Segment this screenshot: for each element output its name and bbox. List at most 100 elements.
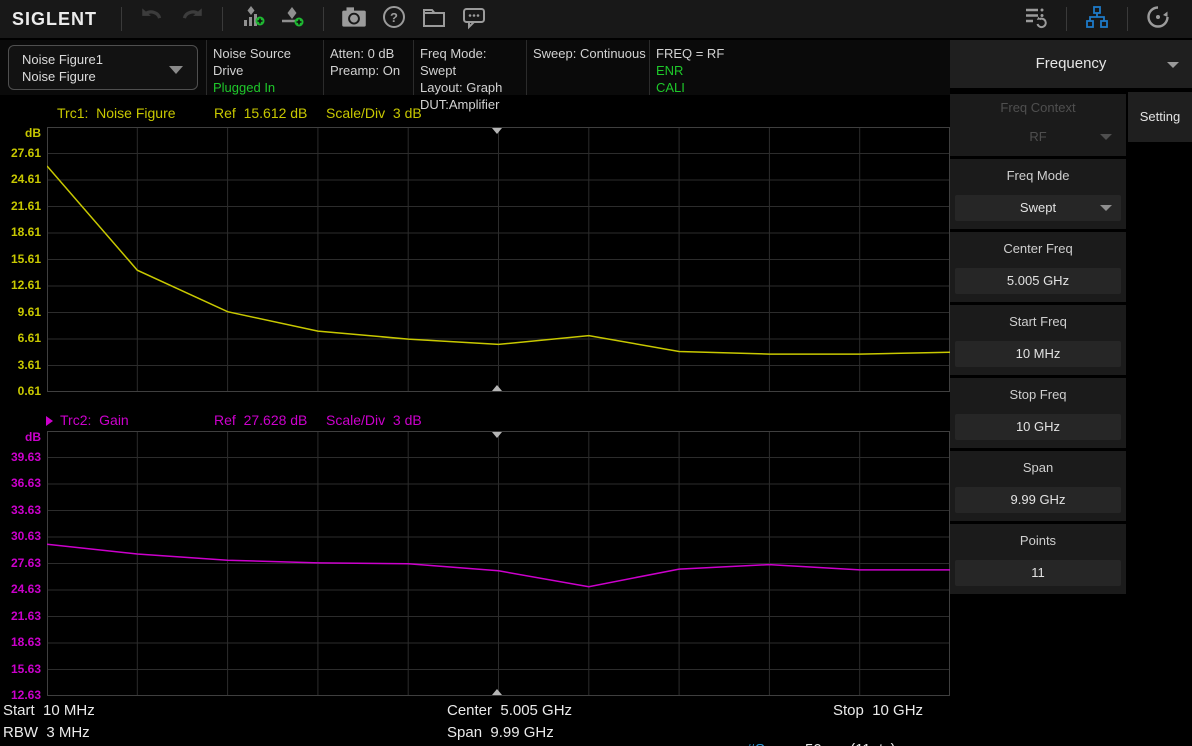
status-line: Freq Mode: Swept [420, 45, 526, 79]
help-icon: ? [380, 3, 408, 36]
add-trace-icon [239, 3, 267, 36]
network-button[interactable] [1077, 3, 1117, 35]
camera-icon [339, 2, 369, 37]
y-axis-tick-label: 0.61 [18, 384, 41, 398]
trace2-ref-level: Ref 27.628 dB [214, 412, 307, 428]
undo-icon [139, 4, 165, 35]
y-axis-tick-label: 24.61 [11, 172, 41, 186]
trace2-scale: Scale/Div 3 dB [326, 412, 422, 428]
menu-item-freq-context: Freq Context RF [950, 94, 1126, 156]
y-axis-tick-label: 33.63 [11, 503, 41, 517]
top-toolbar: SIGLENT [0, 0, 1192, 38]
setting-tab-label: Setting [1140, 109, 1180, 124]
y-axis-tick-label: 21.61 [11, 199, 41, 213]
svg-text:?: ? [390, 10, 398, 25]
span-readout: Span 9.99 GHz [447, 724, 554, 741]
network-icon [1084, 4, 1110, 35]
status-line: Preamp: On [330, 62, 413, 79]
menu-item-value: Swept [1020, 200, 1056, 215]
y-axis-tick-label: 15.61 [11, 252, 41, 266]
menu-item-label: Stop Freq [950, 387, 1126, 402]
side-menu-panel: Frequency Freq Context RF Freq Mode Swep… [950, 40, 1192, 746]
toolbar-divider [323, 7, 324, 31]
points-field[interactable]: 11 [955, 560, 1121, 586]
start-freq-readout: Start 10 MHz [3, 702, 95, 719]
center-freq-marker-top-icon [492, 432, 502, 438]
status-line: CALI [656, 79, 761, 96]
status-noise-source: Noise Source Drive Plugged In [206, 40, 323, 95]
menu-item-points[interactable]: Points 11 [950, 524, 1126, 594]
menu-item-value: 10 GHz [1016, 419, 1060, 434]
redo-button[interactable] [172, 3, 212, 35]
menu-item-label: Freq Context [950, 100, 1126, 115]
siglent-logo: SIGLENT [12, 9, 97, 30]
menu-item-label: Start Freq [950, 314, 1126, 329]
chevron-down-icon [169, 66, 183, 74]
menu-header-label: Frequency [1036, 55, 1107, 72]
menu-column: Freq Context RF Freq Mode Swept Center F… [950, 94, 1126, 597]
y-axis-tick-label: 3.61 [18, 358, 41, 372]
menu-item-span[interactable]: Span 9.99 GHz [950, 451, 1126, 521]
status-line: Sweep: Continuous [533, 45, 649, 62]
menu-item-start-freq[interactable]: Start Freq 10 MHz [950, 305, 1126, 375]
redo-icon [179, 4, 205, 35]
history-button[interactable] [1138, 3, 1178, 35]
feedback-button[interactable] [454, 3, 494, 35]
trace1-ref-level: Ref 15.612 dB [214, 105, 307, 121]
y-axis-tick-label: 12.63 [11, 688, 41, 702]
folder-icon [420, 3, 448, 36]
rbw-readout: RBW 3 MHz [3, 724, 90, 741]
status-atten-preamp: Atten: 0 dB Preamp: On [323, 40, 413, 95]
toolbar-divider [121, 7, 122, 31]
tab-setting[interactable]: Setting [1128, 92, 1192, 142]
chevron-down-icon [1167, 62, 1179, 68]
status-line: Layout: Graph [420, 79, 526, 96]
screenshot-button[interactable] [334, 3, 374, 35]
menu-item-label: Freq Mode [950, 168, 1126, 183]
add-marker-button[interactable] [273, 3, 313, 35]
y-axis-tick-label: 27.61 [11, 146, 41, 160]
add-marker-icon [279, 3, 307, 36]
stop-freq-field[interactable]: 10 GHz [955, 414, 1121, 440]
span-field[interactable]: 9.99 GHz [955, 487, 1121, 513]
measurement-select[interactable]: Noise Figure1 Noise Figure [8, 45, 198, 90]
chevron-down-icon [1100, 205, 1112, 211]
center-freq-marker-bottom-icon [492, 385, 502, 391]
undo-button[interactable] [132, 3, 172, 35]
menu-item-center-freq[interactable]: Center Freq 5.005 GHz [950, 232, 1126, 302]
trace1-plot [47, 127, 950, 392]
y-axis-tick-label: 18.61 [11, 225, 41, 239]
y-axis-tick-label: 18.63 [11, 635, 41, 649]
trace2-header: Trc2: Gain Ref 27.628 dB Scale/Div 3 dB [0, 412, 950, 429]
add-trace-button[interactable] [233, 3, 273, 35]
center-freq-field[interactable]: 5.005 GHz [955, 268, 1121, 294]
menu-header-frequency[interactable]: Frequency [950, 40, 1192, 88]
menu-item-label: Span [950, 460, 1126, 475]
menu-item-freq-mode[interactable]: Freq Mode Swept [950, 159, 1126, 229]
analyzer-screen: SIGLENT [0, 0, 1192, 746]
start-freq-field[interactable]: 10 MHz [955, 341, 1121, 367]
status-filler [761, 40, 950, 95]
status-sweep: Sweep: Continuous [526, 40, 649, 95]
status-line: Plugged In [213, 79, 323, 96]
y-axis-tick-label: 6.61 [18, 331, 41, 345]
trace1-y-axis-labels: dB27.6124.6121.6118.6115.6112.619.616.61… [0, 127, 44, 407]
help-button[interactable]: ? [374, 3, 414, 35]
toolbar-right-group [1016, 3, 1178, 35]
task-list-button[interactable] [1016, 3, 1056, 35]
menu-item-stop-freq[interactable]: Stop Freq 10 GHz [950, 378, 1126, 448]
measurement-select-wrap: Noise Figure1 Noise Figure [0, 40, 206, 95]
center-freq-marker-top-icon [492, 128, 502, 134]
toolbar-divider [222, 7, 223, 31]
y-axis-tick-label: 36.63 [11, 476, 41, 490]
y-axis-tick-label: 30.63 [11, 529, 41, 543]
trace2-y-axis-labels: dB39.6336.6333.6330.6327.6324.6321.6318.… [0, 431, 44, 711]
trace2-plot [47, 431, 950, 696]
y-axis-tick-label: 15.63 [11, 662, 41, 676]
sweep-label: #Sweep [747, 741, 801, 746]
y-axis-tick-label: 39.63 [11, 450, 41, 464]
file-manager-button[interactable] [414, 3, 454, 35]
freq-mode-select[interactable]: Swept [955, 195, 1121, 221]
active-trace-marker-icon [46, 416, 53, 426]
menu-item-value: RF [1029, 129, 1046, 144]
